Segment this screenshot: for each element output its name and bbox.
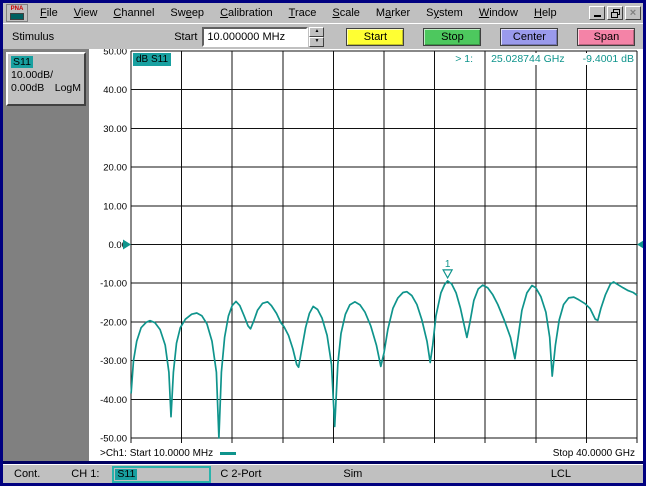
plot-area: 50.00 40.00 30.00 20.00 10.00 0.00 -10.00 -20.0… [89, 49, 643, 461]
stimulus-buttons: Start Stop Center Span [346, 27, 636, 46]
status-bar: Cont. CH 1: S11 C 2-Port Sim LCL [3, 464, 643, 483]
svg-text:-10.00: -10.00 [100, 279, 127, 290]
minimize-icon [593, 15, 601, 17]
channel-start-text: >Ch1: Start 10.0000 MHz [100, 448, 214, 459]
start-stimulus-button[interactable]: Start [346, 27, 405, 46]
restore-button[interactable] [607, 6, 623, 20]
svg-text:30.00: 30.00 [103, 124, 127, 135]
window-controls: × [589, 6, 641, 20]
menu-window[interactable]: Window [471, 5, 526, 21]
span-stimulus-button[interactable]: Span [577, 27, 636, 46]
svg-text:-40.00: -40.00 [100, 395, 127, 406]
pna-icon-text: PNA [10, 6, 24, 12]
pna-icon-screen [10, 13, 24, 20]
menu-sweep[interactable]: Sweep [162, 5, 212, 21]
svg-text:-50.00: -50.00 [100, 434, 127, 445]
menu-help[interactable]: Help [526, 5, 565, 21]
menu-bar: PNA File View Channel Sweep Calibration Trace… [3, 3, 643, 23]
menu-file[interactable]: File [32, 5, 66, 21]
start-frequency-input[interactable] [202, 26, 309, 47]
spinner-down-button[interactable]: ▼ [309, 36, 325, 47]
marker-readout: > 1: 25.028744 GHz -9.4001 dB [454, 53, 635, 65]
stop-stimulus-button[interactable]: Stop [423, 27, 482, 46]
marker-number-label: > 1: [454, 53, 475, 65]
window-client-area: PNA File View Channel Sweep Calibration Trace… [3, 3, 643, 483]
trace-format: LogM [54, 82, 81, 94]
stop-annotation: Stop 40.0000 GHz [552, 448, 635, 459]
trace-name: S11 [11, 56, 33, 68]
close-button[interactable]: × [625, 6, 641, 20]
trace-info-box[interactable]: S11 10.00dB/ 0.00dB LogM [6, 52, 86, 106]
svg-text:40.00: 40.00 [103, 85, 127, 96]
trace-label: dB S11 [133, 53, 172, 66]
menu-channel[interactable]: Channel [105, 5, 162, 21]
s11-trace-chart[interactable]: 50.0040.0030.0020.0010.000.00-10.00-20.0… [89, 49, 643, 461]
channel-label: CH 1: [71, 468, 100, 480]
minimize-button[interactable] [589, 6, 605, 20]
start-frequency-field: ▲ ▼ [202, 26, 325, 47]
stimulus-toolbar: Stimulus Start ▲ ▼ Start Stop Center Span [3, 23, 643, 49]
trace-scale: 10.00dB/ [11, 69, 54, 81]
sim-status: Sim [343, 468, 363, 480]
main-area: S11 10.00dB/ 0.00dB LogM 50.00 40.00 30.00 2… [3, 49, 643, 461]
menu-scale[interactable]: Scale [324, 5, 368, 21]
start-field-label: Start [174, 30, 198, 43]
cal-status: C 2-Port [220, 468, 262, 480]
trace-status-sidebar: S11 10.00dB/ 0.00dB LogM [3, 49, 89, 461]
svg-text:1: 1 [445, 259, 451, 270]
marker-value: -9.4001 dB [581, 53, 635, 65]
lcl-status: LCL [550, 468, 571, 480]
close-icon: × [629, 7, 637, 19]
trace-ref-level: 0.00dB [11, 82, 45, 94]
menu-trace[interactable]: Trace [281, 5, 325, 21]
measurement-name: S11 [115, 467, 138, 480]
spinner-up-button[interactable]: ▲ [309, 26, 325, 37]
menu-items: File View Channel Sweep Calibration Trace Scal… [32, 3, 565, 23]
svg-text:10.00: 10.00 [103, 201, 127, 212]
pna-app-icon[interactable]: PNA [6, 4, 28, 22]
pna-application-window: PNA File View Channel Sweep Calibration Trace… [0, 0, 646, 486]
frequency-spinner: ▲ ▼ [309, 26, 325, 47]
svg-text:20.00: 20.00 [103, 163, 127, 174]
sweep-status: Cont. [14, 468, 41, 480]
restore-icon [610, 8, 620, 18]
menu-marker[interactable]: Marker [368, 5, 418, 21]
measurement-selector[interactable]: S11 [112, 465, 212, 483]
marker-frequency: 25.028744 GHz [490, 53, 566, 65]
svg-text:50.00: 50.00 [103, 49, 127, 58]
svg-text:-20.00: -20.00 [100, 317, 127, 328]
stimulus-label: Stimulus [12, 30, 55, 43]
menu-view[interactable]: View [66, 5, 106, 21]
center-stimulus-button[interactable]: Center [500, 27, 559, 46]
channel-start-annotation: >Ch1: Start 10.0000 MHz [100, 448, 237, 459]
svg-text:-30.00: -30.00 [100, 356, 127, 367]
trace-legend-dash [220, 452, 237, 455]
menu-system[interactable]: System [418, 5, 471, 21]
menu-calibration[interactable]: Calibration [212, 5, 281, 21]
